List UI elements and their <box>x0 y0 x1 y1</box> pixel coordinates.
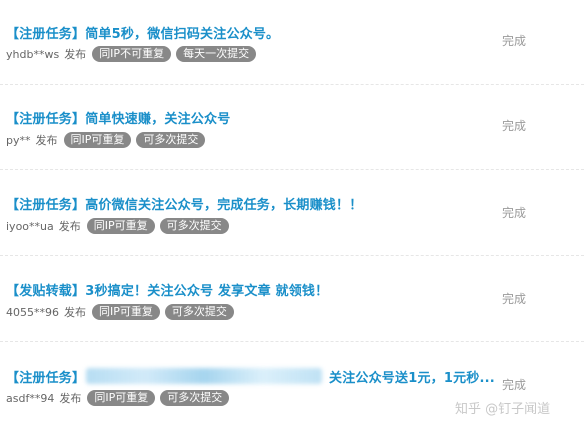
task-title[interactable]: 【注册任务】简单5秒，微信扫码关注公众号。 <box>6 23 279 42</box>
ip-rule-badge: 同IP可重复 <box>86 218 155 234</box>
task-meta: py** 发布 同IP可重复 可多次提交 <box>6 131 210 149</box>
publisher-name: yhdb**ws <box>6 47 60 61</box>
redacted-text <box>86 368 322 384</box>
task-item[interactable]: 【注册任务】高价微信关注公众号，完成任务，长期赚钱！！ iyoo**ua 发布 … <box>0 170 584 256</box>
watermark: 知乎 @钉子闻道 <box>455 402 551 417</box>
submit-rule-badge: 可多次提交 <box>136 132 206 148</box>
task-item[interactable]: 【注册任务】简单快速赚，关注公众号 py** 发布 同IP可重复 可多次提交 完… <box>0 85 584 170</box>
publish-label: 发布 <box>35 134 58 147</box>
submit-rule-badge: 可多次提交 <box>160 390 230 406</box>
ip-rule-badge: 同IP不可重复 <box>92 46 172 62</box>
submit-rule-badge: 每天一次提交 <box>176 46 257 62</box>
task-title[interactable]: 【注册任务】简单快速赚，关注公众号 <box>6 108 230 127</box>
task-title[interactable]: 【发贴转载】3秒搞定！关注公众号 发享文章 就领钱！ <box>6 280 328 299</box>
publisher-name: py** <box>6 133 31 147</box>
task-meta: asdf**94 发布 同IP可重复 可多次提交 <box>6 389 234 407</box>
publish-label: 发布 <box>64 48 87 61</box>
task-title-suffix[interactable]: 关注公众号送1元，1元秒... <box>329 367 495 386</box>
task-meta: iyoo**ua 发布 同IP可重复 可多次提交 <box>6 217 234 235</box>
publish-label: 发布 <box>64 306 86 319</box>
task-meta: yhdb**ws 发布 同IP不可重复 每天一次提交 <box>6 45 261 63</box>
publish-label: 发布 <box>59 392 82 405</box>
ip-rule-badge: 同IP可重复 <box>87 390 156 406</box>
task-title[interactable]: 【注册任务】 <box>6 367 85 386</box>
publish-label: 发布 <box>58 220 81 233</box>
task-item[interactable]: 【发贴转载】3秒搞定！关注公众号 发享文章 就领钱！ 4055**96 发布 同… <box>0 256 584 342</box>
task-meta: 4055**96 发布 同IP可重复 可多次提交 <box>6 303 239 321</box>
status-label: 完成 <box>502 206 527 220</box>
publisher-name: 4055**96 <box>6 305 59 319</box>
status-label: 完成 <box>502 378 527 392</box>
publisher-name: asdf**94 <box>6 391 55 405</box>
status-label: 完成 <box>502 34 527 48</box>
submit-rule-badge: 可多次提交 <box>159 218 229 234</box>
ip-rule-badge: 同IP可重复 <box>92 304 160 320</box>
task-title[interactable]: 【注册任务】高价微信关注公众号，完成任务，长期赚钱！！ <box>6 194 362 213</box>
status-label: 完成 <box>502 119 527 133</box>
publisher-name: iyoo**ua <box>6 219 54 233</box>
ip-rule-badge: 同IP可重复 <box>63 132 132 148</box>
status-label: 完成 <box>502 292 527 306</box>
task-item[interactable]: 【注册任务】简单5秒，微信扫码关注公众号。 yhdb**ws 发布 同IP不可重… <box>0 0 584 85</box>
submit-rule-badge: 可多次提交 <box>164 304 234 320</box>
